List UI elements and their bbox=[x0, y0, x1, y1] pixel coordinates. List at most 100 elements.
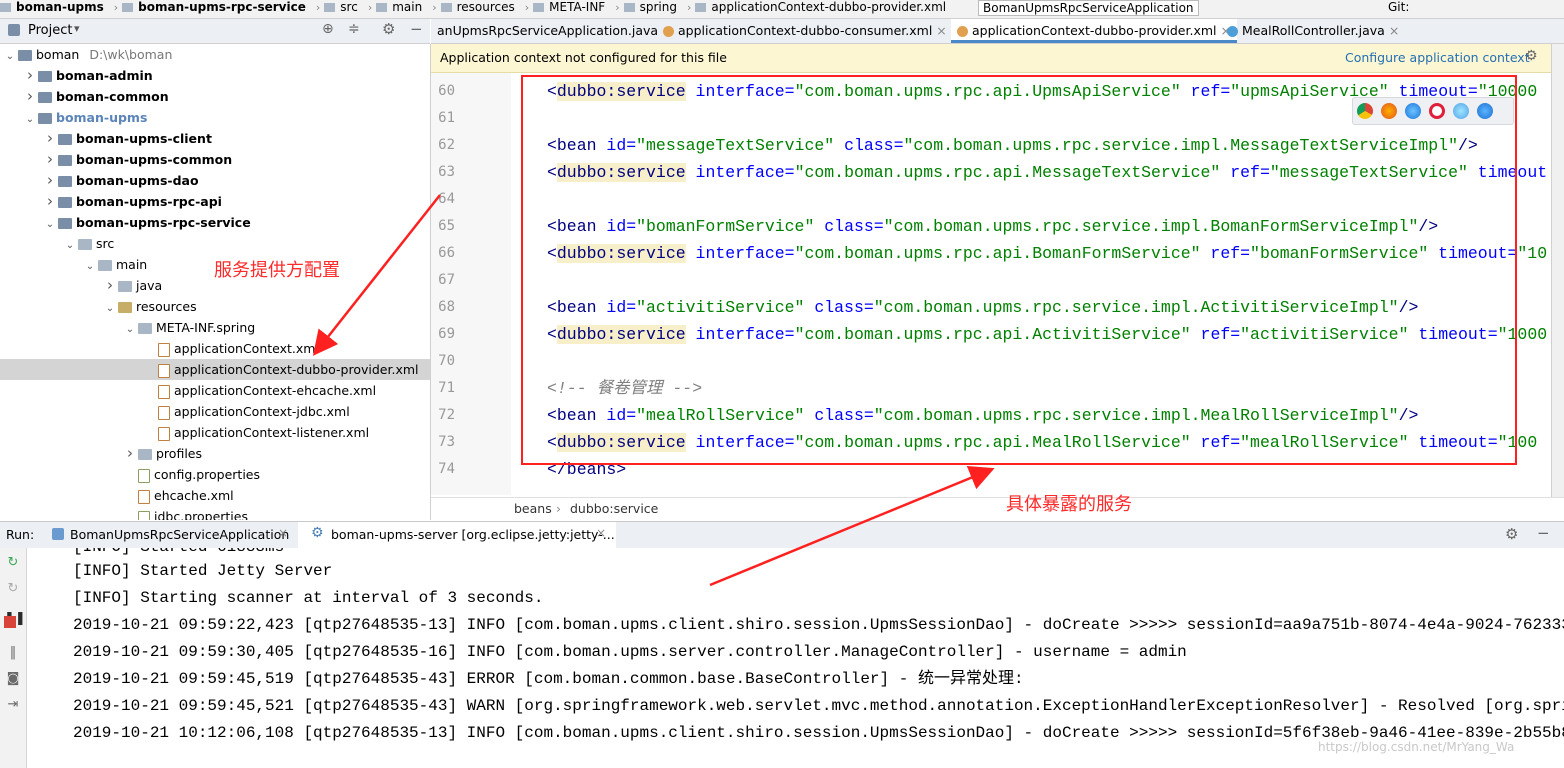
chevron-down-icon[interactable]: ⌄ bbox=[64, 235, 76, 256]
tree-item[interactable]: applicationContext-dubbo-provider.xml bbox=[0, 359, 430, 380]
tree-item[interactable]: › boman-common bbox=[0, 86, 430, 107]
tree-item[interactable]: ⌄ META-INF.spring bbox=[0, 317, 430, 340]
exit-icon[interactable]: ⇥ bbox=[4, 696, 22, 714]
chevron-right-icon[interactable]: › bbox=[44, 191, 56, 212]
target-icon[interactable]: ⊕ bbox=[322, 21, 334, 37]
crumb-item[interactable]: applicationContext-dubbo-provider.xml bbox=[709, 0, 952, 14]
banner-message: Application context not configured for t… bbox=[440, 50, 727, 65]
tree-item[interactable]: ⌄ boman D:\wk\boman bbox=[0, 44, 430, 67]
tree-item[interactable]: applicationContext.xml bbox=[0, 338, 430, 359]
rerun-failed-icon[interactable]: ↻ bbox=[4, 580, 22, 598]
xml-file-icon bbox=[158, 342, 170, 357]
chevron-down-icon[interactable]: ▾ bbox=[74, 22, 80, 35]
editor-tab[interactable]: applicationContext-dubbo-consumer.xml × bbox=[657, 19, 953, 43]
chevron-right-icon[interactable]: › bbox=[124, 443, 136, 464]
folder-icon bbox=[138, 323, 152, 334]
chevron-right-icon[interactable]: › bbox=[104, 275, 116, 296]
crumb-item[interactable]: main bbox=[390, 0, 428, 14]
editor-tab[interactable]: applicationContext-dubbo-provider.xml × bbox=[951, 19, 1237, 43]
tree-item-label: jdbc.properties bbox=[154, 509, 248, 520]
line-number: 64 bbox=[438, 191, 455, 207]
configure-context-link[interactable]: Configure application context bbox=[1345, 50, 1530, 65]
context-banner: Application context not configured for t… bbox=[431, 44, 1551, 73]
right-tool-stripe bbox=[1551, 44, 1564, 520]
tree-item[interactable]: › boman-admin bbox=[0, 65, 430, 86]
run-tab-application[interactable]: BomanUpmsRpcServiceApplication bbox=[70, 527, 289, 542]
tree-item[interactable]: ⌄ boman-upms bbox=[0, 107, 430, 130]
gear-icon[interactable]: ⚙ bbox=[1505, 525, 1518, 543]
folder-icon bbox=[78, 239, 92, 250]
tree-item[interactable]: › boman-upms-rpc-api bbox=[0, 191, 430, 212]
close-icon[interactable]: × bbox=[278, 526, 288, 540]
gear-icon[interactable]: ⚙ bbox=[382, 20, 395, 38]
hide-icon[interactable]: − bbox=[1537, 524, 1550, 542]
crumb-dubbo-service[interactable]: dubbo:service bbox=[570, 498, 658, 520]
chevron-down-icon[interactable]: ⌄ bbox=[104, 298, 116, 319]
camera-icon[interactable]: ◙ bbox=[4, 670, 22, 688]
tree-item[interactable]: › boman-upms-common bbox=[0, 149, 430, 170]
tree-item[interactable]: ⌄ boman-upms-rpc-service bbox=[0, 212, 430, 235]
chevron-right-icon[interactable]: › bbox=[24, 65, 36, 86]
line-number: 61 bbox=[438, 110, 455, 126]
tree-item[interactable]: jdbc.properties bbox=[0, 506, 430, 520]
tree-item[interactable]: config.properties bbox=[0, 464, 430, 485]
gear-icon[interactable]: ⚙ bbox=[1525, 48, 1538, 64]
watermark: https://blog.csdn.net/MrYang_Wa bbox=[1318, 740, 1515, 754]
folder-icon bbox=[118, 302, 132, 313]
annotation-provider-config: 服务提供方配置 bbox=[214, 260, 340, 281]
tree-item[interactable]: ⌄ resources bbox=[0, 296, 430, 319]
folder-icon bbox=[122, 3, 134, 12]
chevron-down-icon[interactable]: ⌄ bbox=[44, 214, 56, 235]
line-number: 73 bbox=[438, 434, 455, 450]
crumb-item[interactable]: boman-upms-rpc-service bbox=[136, 0, 312, 14]
run-tab-server[interactable]: boman-upms-server [org.eclipse.jetty:jet… bbox=[331, 527, 615, 542]
crumb-item[interactable]: resources bbox=[455, 0, 521, 14]
tree-item-label: applicationContext-listener.xml bbox=[174, 425, 370, 440]
chevron-right-icon[interactable]: › bbox=[44, 128, 56, 149]
chevron-right-icon[interactable]: › bbox=[24, 86, 36, 107]
tree-item[interactable]: ehcache.xml bbox=[0, 485, 430, 506]
crumb-item[interactable]: META-INF bbox=[547, 0, 611, 14]
console-line: 2019-10-21 09:59:30,405 [qtp27648535-16]… bbox=[73, 643, 1187, 661]
tree-item[interactable]: › boman-upms-dao bbox=[0, 170, 430, 191]
gear-icon: ⚙ bbox=[311, 525, 324, 541]
tree-item[interactable]: applicationContext-listener.xml bbox=[0, 422, 430, 443]
chevron-down-icon[interactable]: ⌄ bbox=[4, 46, 16, 67]
stop-icon[interactable] bbox=[4, 616, 16, 628]
tree-item-label: applicationContext-dubbo-provider.xml bbox=[174, 362, 419, 377]
close-icon[interactable]: × bbox=[596, 526, 606, 540]
crumb-beans[interactable]: beans bbox=[514, 498, 552, 520]
crumb-item[interactable]: boman-upms bbox=[14, 0, 110, 14]
project-panel-title[interactable]: Project bbox=[28, 23, 72, 38]
chevron-down-icon[interactable]: ⌄ bbox=[24, 109, 36, 130]
crumb-separator: › bbox=[113, 1, 119, 14]
chevron-down-icon[interactable]: ⌄ bbox=[124, 319, 136, 340]
editor-tab-label: MealRollController.java bbox=[1242, 23, 1385, 38]
crumb-item[interactable]: src bbox=[338, 0, 364, 14]
close-icon[interactable]: × bbox=[932, 23, 946, 38]
hide-icon[interactable]: − bbox=[410, 20, 423, 38]
tree-item[interactable]: applicationContext-ehcache.xml bbox=[0, 380, 430, 401]
tree-item-label: boman-upms-rpc-service bbox=[76, 215, 251, 230]
run-config-selector[interactable]: BomanUpmsRpcServiceApplication bbox=[978, 0, 1199, 16]
editor-tab[interactable]: anUpmsRpcServiceApplication.java × bbox=[431, 19, 679, 43]
rerun-icon[interactable]: ↻ bbox=[4, 554, 22, 572]
tree-item[interactable]: applicationContext-jdbc.xml bbox=[0, 401, 430, 422]
tree-item[interactable]: ⌄ src bbox=[0, 233, 430, 256]
tree-item[interactable]: › boman-upms-client bbox=[0, 128, 430, 149]
chevron-right-icon[interactable]: › bbox=[44, 149, 56, 170]
close-icon[interactable]: × bbox=[1385, 23, 1399, 38]
tree-item-label: boman-upms bbox=[56, 110, 148, 125]
tree-item[interactable]: › profiles bbox=[0, 443, 430, 464]
collapse-icon[interactable]: ≑ bbox=[348, 21, 360, 37]
pause-output-icon[interactable]: ‖ bbox=[4, 644, 22, 662]
navigation-breadcrumb: boman-upms › boman-upms-rpc-service › src › ma… bbox=[0, 0, 1564, 19]
crumb-item[interactable]: spring bbox=[638, 0, 683, 14]
xml-file-icon bbox=[158, 426, 170, 441]
chevron-right-icon[interactable]: › bbox=[44, 170, 56, 191]
chevron-down-icon[interactable]: ⌄ bbox=[84, 256, 96, 277]
tree-item-label: resources bbox=[136, 299, 197, 314]
tree-item-label: applicationContext.xml bbox=[174, 341, 319, 356]
console-output[interactable]: [INFO] Started 61888ms[INFO] Started Jet… bbox=[27, 548, 1564, 768]
editor-tab[interactable]: MealRollController.java × bbox=[1221, 19, 1405, 43]
